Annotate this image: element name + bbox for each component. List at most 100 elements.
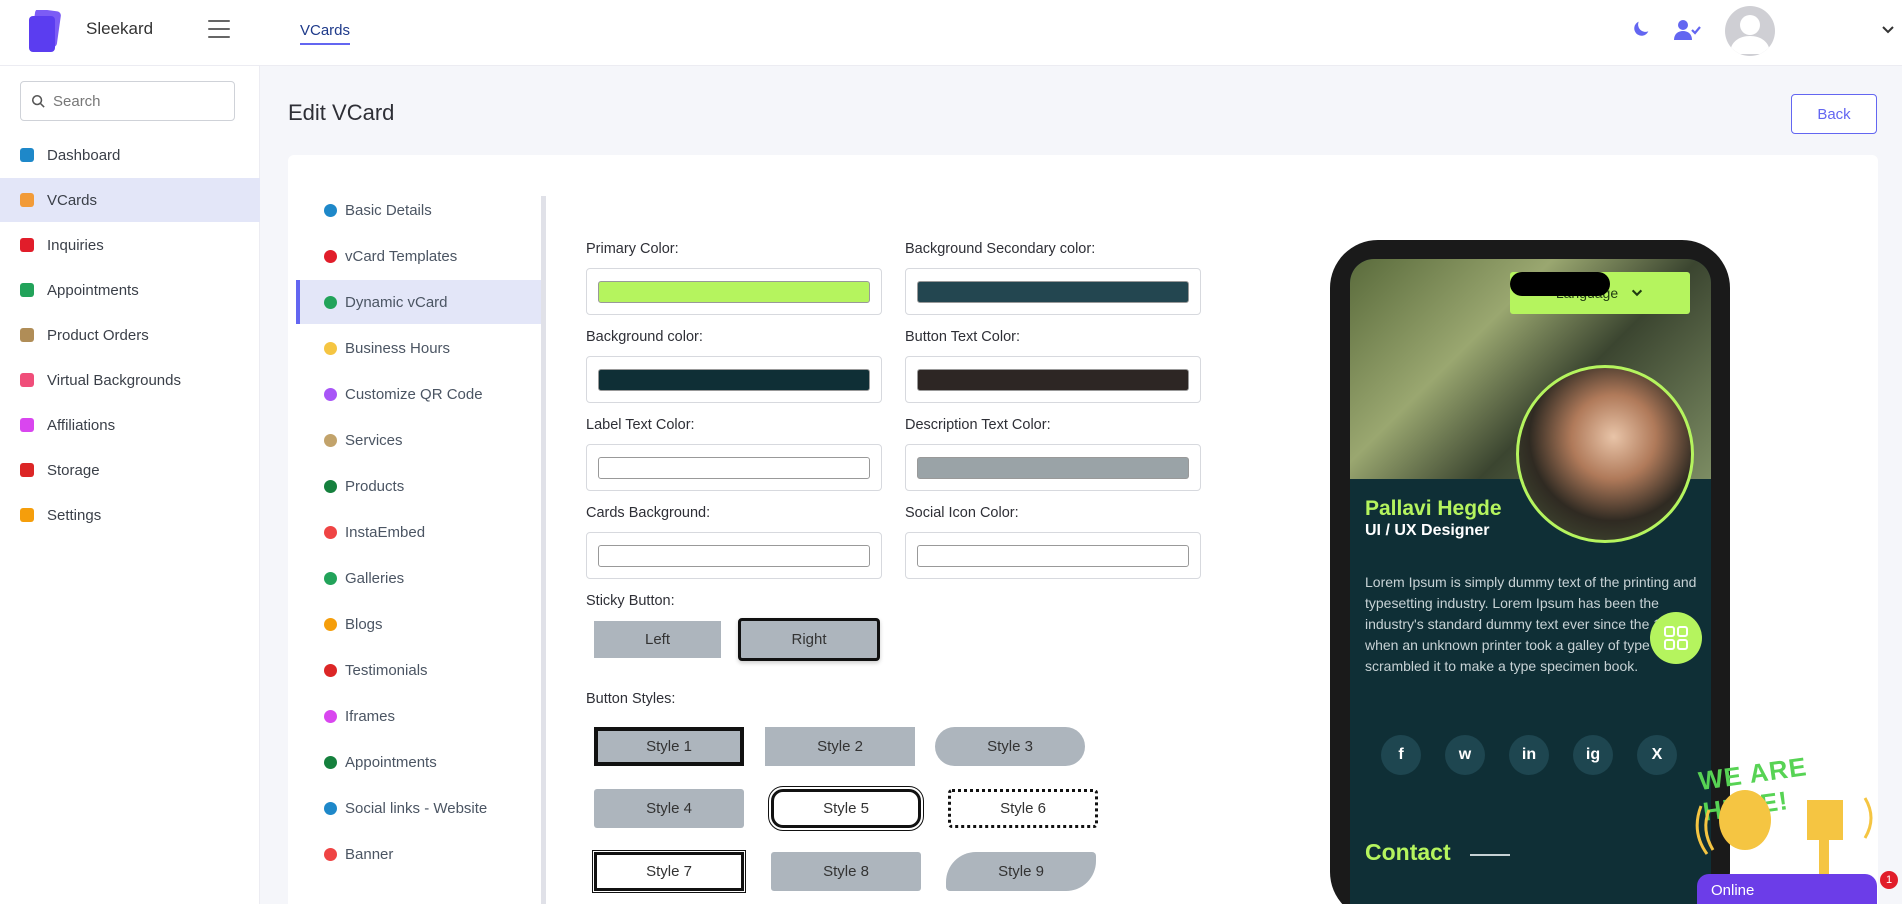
menu-toggle-icon[interactable]: [208, 20, 230, 40]
color-picker-field[interactable]: [586, 532, 882, 579]
nav-item-appointments[interactable]: Appointments: [296, 740, 541, 784]
sidebar-item-dashboard[interactable]: Dashboard: [0, 133, 260, 177]
phone-notch: [1510, 272, 1610, 296]
gear-icon: [20, 508, 34, 522]
sidebar-item-vcards[interactable]: VCards: [0, 178, 260, 222]
sidebar-item-affiliations[interactable]: Affiliations: [0, 403, 260, 447]
calendar-icon: [324, 755, 337, 769]
info-icon: [20, 238, 34, 252]
nav-item-business-hours[interactable]: Business Hours: [296, 326, 541, 370]
button-style-9[interactable]: Style 9: [946, 852, 1096, 891]
crop-icon: [324, 709, 337, 723]
sidebar-item-label: Storage: [47, 461, 100, 479]
color-label: Cards Background:: [586, 505, 711, 521]
sidebar-item-product-orders[interactable]: Product Orders: [0, 313, 260, 357]
sticky-grid-button[interactable]: [1650, 612, 1702, 664]
button-style-5[interactable]: Style 5: [768, 786, 924, 831]
sidebar-item-label: Virtual Backgrounds: [47, 371, 181, 389]
sidebar-item-label: Settings: [47, 506, 102, 524]
dashboard-icon: [20, 148, 34, 162]
color-picker-field[interactable]: [586, 268, 882, 315]
color-label: Label Text Color:: [586, 417, 695, 433]
color-swatch[interactable]: [917, 545, 1189, 567]
tab-vcards[interactable]: VCards: [300, 22, 351, 45]
nav-item-label: Basic Details: [345, 201, 432, 219]
nav-item-iframes[interactable]: Iframes: [296, 694, 541, 738]
color-label: Description Text Color:: [905, 417, 1051, 433]
contact-heading: Contact: [1365, 839, 1451, 865]
nav-item-blogs[interactable]: Blogs: [296, 602, 541, 646]
button-style-2[interactable]: Style 2: [765, 727, 915, 766]
button-style-1[interactable]: Style 1: [594, 727, 744, 766]
nav-item-instaembed[interactable]: InstaEmbed: [296, 510, 541, 554]
user-check-icon[interactable]: [1673, 18, 1701, 47]
sticky-right-button[interactable]: Right: [738, 618, 880, 661]
color-picker-field[interactable]: [905, 268, 1201, 315]
color-swatch[interactable]: [598, 457, 870, 479]
color-picker-field[interactable]: [586, 444, 882, 491]
x-twitter-icon[interactable]: X: [1637, 735, 1677, 775]
button-styles-label: Button Styles:: [586, 691, 676, 707]
nav-item-social-links-website[interactable]: Social links - Website: [296, 786, 541, 830]
gallery-icon: [324, 571, 337, 585]
page-title: Edit VCard: [288, 100, 395, 125]
back-button[interactable]: Back: [1791, 94, 1877, 134]
sidebar-item-storage[interactable]: Storage: [0, 448, 260, 492]
search-icon: [31, 94, 45, 108]
color-swatch[interactable]: [917, 369, 1189, 391]
sidebar-item-settings[interactable]: Settings: [0, 493, 260, 537]
sidebar-item-label: Product Orders: [47, 326, 149, 344]
nav-item-label: Iframes: [345, 707, 396, 725]
nav-item-products[interactable]: Products: [296, 464, 541, 508]
user-avatar[interactable]: [1725, 6, 1775, 56]
sidebar-item-inquiries[interactable]: Inquiries: [0, 223, 260, 267]
banner-icon: [324, 847, 337, 861]
nav-item-label: Social links - Website: [345, 799, 488, 817]
sticky-left-button[interactable]: Left: [594, 621, 721, 658]
sidebar-item-virtual-backgrounds[interactable]: Virtual Backgrounds: [0, 358, 260, 402]
nav-item-dynamic-vcard[interactable]: Dynamic vCard: [296, 280, 541, 324]
color-swatch[interactable]: [598, 281, 870, 303]
linkedin-icon[interactable]: in: [1509, 735, 1549, 775]
phone-preview-screen: Language Pallavi Hegde UI / UX Designer …: [1350, 259, 1711, 904]
dark-mode-icon[interactable]: [1630, 18, 1652, 45]
color-swatch[interactable]: [598, 545, 870, 567]
nav-item-label: Customize QR Code: [345, 385, 483, 403]
instagram-icon[interactable]: ig: [1573, 735, 1613, 775]
nav-item-banner[interactable]: Banner: [296, 832, 541, 876]
chevron-down-icon: [1632, 289, 1643, 297]
online-chat-button[interactable]: Online: [1697, 874, 1877, 904]
color-picker-field[interactable]: [905, 356, 1201, 403]
color-picker-field[interactable]: [905, 532, 1201, 579]
top-bar: Sleekard VCards: [0, 0, 1902, 66]
facebook-icon[interactable]: f: [1381, 735, 1421, 775]
sidebar-item-appointments[interactable]: Appointments: [0, 268, 260, 312]
nav-item-basic-details[interactable]: Basic Details: [296, 188, 541, 232]
nav-item-services[interactable]: Services: [296, 418, 541, 462]
nav-item-label: Appointments: [345, 753, 437, 771]
nav-item-galleries[interactable]: Galleries: [296, 556, 541, 600]
color-label: Background color:: [586, 329, 703, 345]
color-label: Background Secondary color:: [905, 241, 1096, 257]
cash-icon: [20, 328, 34, 342]
color-picker-field[interactable]: [905, 444, 1201, 491]
button-style-8[interactable]: Style 8: [771, 852, 921, 891]
color-swatch[interactable]: [917, 281, 1189, 303]
nav-item-label: vCard Templates: [345, 247, 458, 265]
chevron-down-icon[interactable]: [1880, 22, 1896, 43]
button-style-7[interactable]: Style 7: [592, 850, 746, 893]
nav-item-customize-qr-code[interactable]: Customize QR Code: [296, 372, 541, 416]
button-style-3[interactable]: Style 3: [935, 727, 1085, 766]
color-swatch[interactable]: [598, 369, 870, 391]
button-style-4[interactable]: Style 4: [594, 789, 744, 828]
nav-item-label: Services: [345, 431, 403, 449]
product-icon: [324, 479, 337, 493]
whatsapp-icon[interactable]: w: [1445, 735, 1485, 775]
search-box[interactable]: [20, 81, 235, 121]
button-style-6[interactable]: Style 6: [948, 789, 1098, 828]
color-swatch[interactable]: [917, 457, 1189, 479]
color-picker-field[interactable]: [586, 356, 882, 403]
nav-item-testimonials[interactable]: Testimonials: [296, 648, 541, 692]
search-input[interactable]: [53, 92, 223, 110]
nav-item-vcard-templates[interactable]: vCard Templates: [296, 234, 541, 278]
